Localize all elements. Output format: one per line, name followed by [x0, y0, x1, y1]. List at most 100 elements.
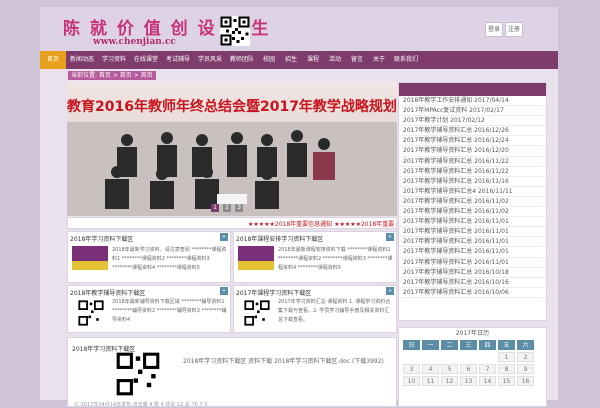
calendar-weekday: 一: [422, 340, 439, 350]
login-button[interactable]: 登录: [485, 22, 503, 37]
sidebar-news-list: 2018年教学工作安排通知 2017/04/14 2017年MPAcc复试资料 2…: [398, 82, 547, 321]
more-icon[interactable]: +: [386, 287, 394, 295]
box-title[interactable]: 2017年课程学习资料下载区: [236, 288, 311, 297]
article-box: 2018年学习资料下载区 2018年学习资料下载区 资料下载 2018年学习资料…: [67, 337, 397, 408]
qr-code-icon: [220, 16, 250, 46]
site-header: 陈 就 价 值 创 设 人 生 www.chenjian.cc 登录 注册: [40, 7, 558, 53]
sidebar-news-item[interactable]: 2017年教学辅导资料汇总4 2016/11/11: [399, 187, 546, 197]
slider-dot-3[interactable]: 3: [235, 204, 243, 212]
breadcrumb: 当前位置: 首页 > 首页 > 首页: [68, 71, 156, 80]
sidebar-news-item[interactable]: 2017年教学辅导资料汇总 2016/10/18: [399, 268, 546, 278]
calendar-day: [403, 352, 420, 362]
nav-item[interactable]: 联系我们: [390, 51, 422, 69]
sidebar-news-item[interactable]: 2017年教学辅导资料汇总 2016/11/02: [399, 197, 546, 208]
article-text[interactable]: 2018年学习资料下载区 资料下载 2018年学习资料下载区.doc (下载39…: [183, 356, 384, 365]
sidebar-news-item[interactable]: 2017年MPAcc复试资料 2017/02/17: [399, 106, 546, 117]
sidebar-news-item[interactable]: 2017年教学辅导资料汇总 2016/10/06: [399, 288, 546, 298]
sidebar-news-item[interactable]: 2017年教学计划 2017/02/12: [399, 116, 546, 127]
box-text: 2018年最新辅导资料下载区域 ********辅导资料1 ********辅导…: [112, 299, 227, 323]
box-text: 2018年最新学习资料，请注意查阅 ********课程资料1 ********…: [112, 247, 227, 271]
calendar-day[interactable]: 8: [498, 364, 515, 374]
sidebar-news-item[interactable]: 2017年教学辅导资料汇总 2016/12/20: [399, 146, 546, 157]
calendar-day[interactable]: 7: [479, 364, 496, 374]
slider-dot-1[interactable]: 1: [211, 204, 219, 212]
register-button[interactable]: 注册: [505, 22, 523, 37]
page-container: 陈 就 价 值 创 设 人 生 www.chenjian.cc 登录 注册 首页…: [40, 7, 558, 408]
sidebar-news-item[interactable]: 2017年教学辅导资料汇总 2016/11/02: [399, 207, 546, 218]
calendar-day[interactable]: 2: [517, 352, 534, 362]
sidebar-news-item[interactable]: 2017年教学辅导资料汇总 2016/11/01: [399, 227, 546, 238]
nav-item[interactable]: 活动: [324, 51, 346, 69]
sidebar-news-item[interactable]: 2017年教学辅导资料汇总 2016/11/01: [399, 217, 546, 228]
nav-item[interactable]: 招生: [280, 51, 302, 69]
qr-code-icon: [78, 300, 104, 326]
qr-code-icon: [244, 300, 270, 326]
nav-item[interactable]: 新闻动态: [66, 51, 98, 69]
download-box-1: 2018年学习资料下载区 + 2018年最新学习资料，请注意查阅 *******…: [67, 231, 231, 283]
image-slider[interactable]: 教育2016年教师年终总结会暨2017年教学战略规划会: [67, 82, 397, 216]
more-icon[interactable]: +: [220, 287, 228, 295]
calendar-day[interactable]: 9: [517, 364, 534, 374]
calendar-weekday: 三: [460, 340, 477, 350]
sidebar-news-item[interactable]: 2017年教学辅导资料汇总 2016/11/01: [399, 247, 546, 258]
sidebar-news-item[interactable]: 2017年教学辅导资料汇总 2016/12/24: [399, 136, 546, 147]
box-title[interactable]: 2018年学习资料下载区: [70, 234, 133, 243]
nav-item[interactable]: 关于: [368, 51, 390, 69]
nav-item[interactable]: 留言: [346, 51, 368, 69]
calendar-day[interactable]: 6: [460, 364, 477, 374]
calendar-day[interactable]: 10: [403, 376, 420, 386]
calendar-day[interactable]: 12: [441, 376, 458, 386]
more-icon[interactable]: +: [386, 233, 394, 241]
nav-item[interactable]: 校园: [258, 51, 280, 69]
calendar-day[interactable]: 15: [498, 376, 515, 386]
calendar-weekday: 四: [479, 340, 496, 350]
nav-item[interactable]: 在线课堂: [130, 51, 162, 69]
banner-text: 教育2016年教师年终总结会暨2017年教学战略规划会: [67, 99, 397, 115]
sidebar-news-item[interactable]: 2017年教学辅导资料汇总 2016/11/16: [399, 177, 546, 187]
calendar-day: [422, 352, 439, 362]
calendar-weekday: 日: [403, 340, 420, 350]
news-ticker[interactable]: ★★★★★2018年重要信息通知 ★★★★★2018年重要: [67, 217, 397, 229]
sidebar-news-item[interactable]: 2017年教学辅导资料汇总 2016/12/26: [399, 126, 546, 137]
download-box-4: 2017年课程学习资料下载区 + 2017年学习资料汇总 课程资料 1. 课程学…: [233, 285, 397, 333]
calendar-day[interactable]: 1: [498, 352, 515, 362]
site-url: www.chenjian.cc: [93, 37, 176, 47]
calendar-day[interactable]: 13: [460, 376, 477, 386]
nav-item[interactable]: 学员风采: [194, 51, 226, 69]
sidebar-news-item[interactable]: 2017年教学辅导资料汇总 2016/11/22: [399, 157, 546, 167]
nav-item[interactable]: 课程: [302, 51, 324, 69]
box-title[interactable]: 2018年课程安排学习资料下载区: [236, 234, 323, 243]
book-cover-image: [238, 246, 274, 270]
sidebar-header: [399, 83, 546, 96]
book-cover-image: [72, 246, 108, 270]
calendar-day[interactable]: 4: [422, 364, 439, 374]
calendar-title: 2017年日历: [455, 330, 490, 337]
slider-dot-2[interactable]: 2: [223, 204, 231, 212]
calendar-widget: 2017年日历 日一二三四五六 1 2 3 4 5 6 7 8 9 10 11 12 13 14 15 16: [398, 327, 547, 407]
calendar-day[interactable]: 16: [517, 376, 534, 386]
sidebar-news-item[interactable]: 2017年教学辅导资料汇总 2016/10/16: [399, 278, 546, 288]
nav-item[interactable]: 学习资料: [98, 51, 130, 69]
calendar-day[interactable]: 5: [441, 364, 458, 374]
article-footer: © 2017年04月14日发布 点击量 4 赞 4 评论 12 总 76 7 0: [74, 402, 208, 408]
nav-item[interactable]: 教师团队: [226, 51, 258, 69]
sidebar-news-item[interactable]: 2017年教学辅导资料汇总 2016/11/01: [399, 258, 546, 268]
ticker-text: ★★★★★2018年重要信息通知 ★★★★★2018年重要: [248, 221, 395, 228]
box-text: 2018年最新课程安排资料下载 ********课程资料1 ********课程…: [278, 247, 393, 271]
calendar-day[interactable]: 14: [479, 376, 496, 386]
nav-item[interactable]: 考试辅导: [162, 51, 194, 69]
download-box-2: 2018年课程安排学习资料下载区 + 2018年最新课程安排资料下载 *****…: [233, 231, 397, 283]
calendar-day[interactable]: 11: [422, 376, 439, 386]
calendar-day[interactable]: 3: [403, 364, 420, 374]
calendar-day: [479, 352, 496, 362]
calendar-day: [460, 352, 477, 362]
calendar-weekday: 五: [498, 340, 515, 350]
sidebar-news-item[interactable]: 2018年教学工作安排通知 2017/04/14: [399, 96, 546, 107]
sidebar-news-item[interactable]: 2017年教学辅导资料汇总 2016/11/22: [399, 167, 546, 177]
sidebar-news-item[interactable]: 2017年教学辅导资料汇总 2016/11/01: [399, 237, 546, 248]
more-icon[interactable]: +: [220, 233, 228, 241]
download-box-3: 2018年教学辅导资料下载区 + 2018年最新辅导资料下载区域 *******…: [67, 285, 231, 333]
box-text: 2017年学习资料汇总 课程资料 1. 课程学习资料合集下载与查看。2. 学员学…: [278, 299, 391, 323]
box-title[interactable]: 2018年教学辅导资料下载区: [70, 288, 145, 297]
nav-item[interactable]: 首页: [40, 51, 66, 69]
